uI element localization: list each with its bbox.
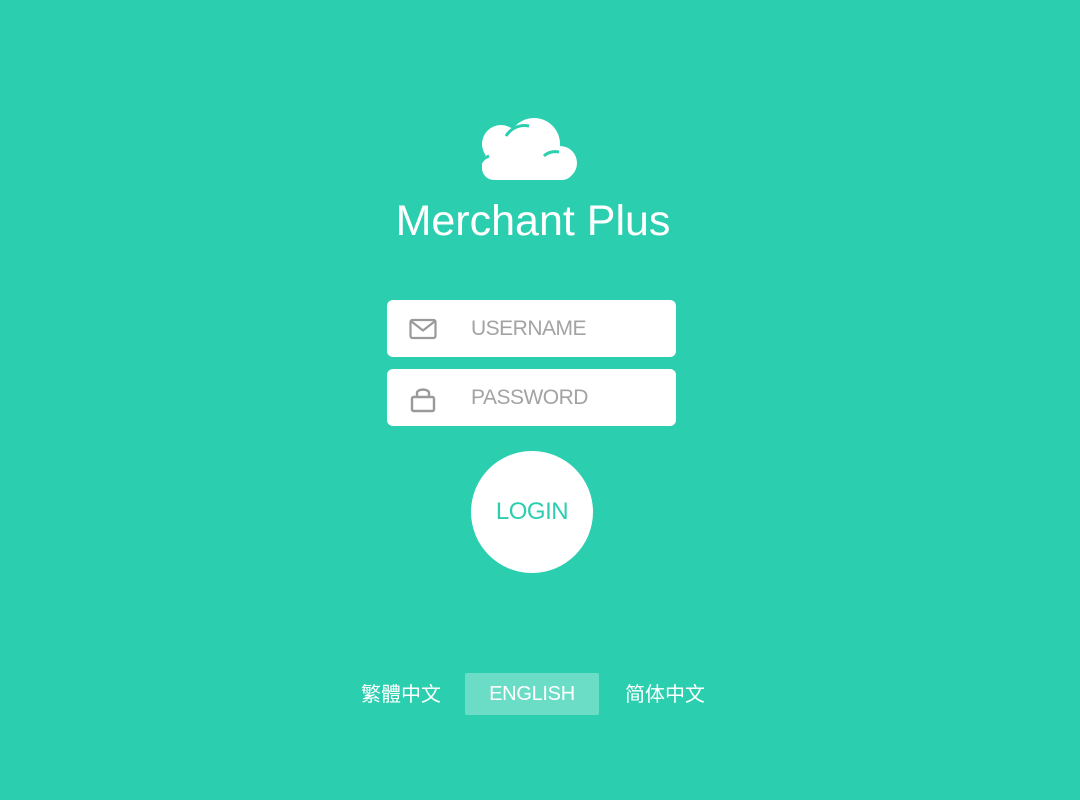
language-selector: 繁體中文 ENGLISH 简体中文 (0, 673, 1066, 715)
username-input[interactable] (471, 300, 666, 357)
cloud-icon (477, 118, 577, 180)
lock-icon (410, 388, 436, 413)
username-field[interactable] (387, 300, 676, 357)
lang-simplified-chinese[interactable]: 简体中文 (599, 673, 705, 715)
envelope-icon (409, 318, 437, 340)
app-title: Merchant Plus (395, 197, 671, 245)
lang-traditional-chinese[interactable]: 繁體中文 (361, 673, 465, 715)
password-field[interactable] (387, 369, 676, 426)
password-input[interactable] (471, 369, 666, 426)
lang-english[interactable]: ENGLISH (465, 673, 599, 715)
login-button[interactable]: LOGIN (471, 451, 593, 573)
